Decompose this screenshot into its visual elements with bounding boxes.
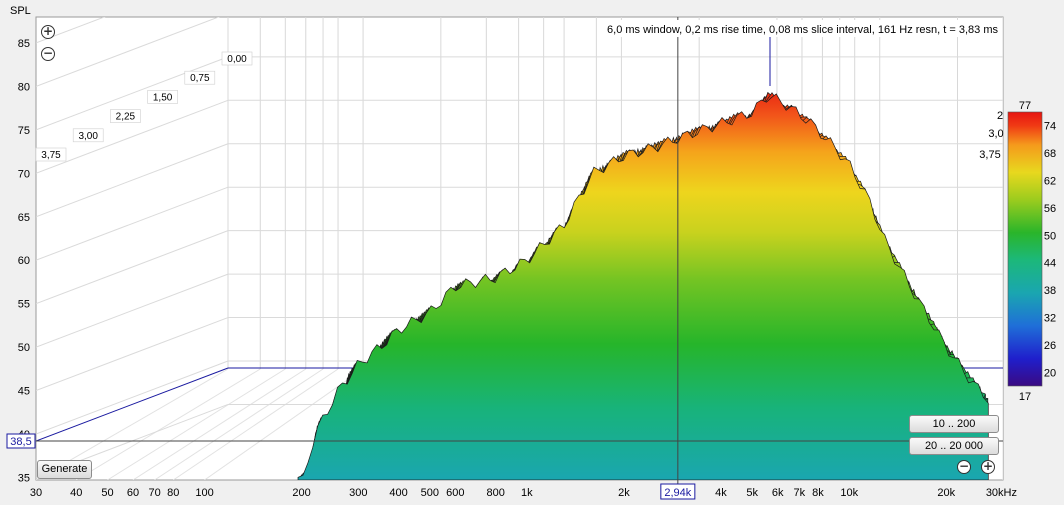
x-tick-label: 500 [421, 487, 439, 499]
y-tick-label: 70 [18, 168, 30, 180]
color-scale-bar [1007, 111, 1043, 387]
generate-button[interactable]: Generate [37, 460, 92, 479]
color-scale-tick-label: 56 [1044, 203, 1056, 215]
color-scale-tick-label: 44 [1044, 258, 1056, 270]
y-tick-label: 35 [18, 472, 30, 484]
zoom-out-icon[interactable]: − [957, 460, 971, 474]
time-tick-label-right: 3,75 [979, 149, 1000, 161]
x-tick-label: 40 [70, 487, 82, 499]
x-tick-label: 400 [389, 487, 407, 499]
x-tick-label: 70 [148, 487, 160, 499]
x-tick-label: 10k [840, 487, 858, 499]
time-tick-label: 0,00 [227, 54, 247, 65]
time-tick-label: 2,25 [116, 112, 136, 123]
color-scale-min-label: 17 [1019, 391, 1031, 403]
time-tick-label: 3,75 [41, 150, 61, 161]
color-scale: 77 17 74 68 62 56 50 44 38 32 26 20 [1007, 100, 1056, 403]
x-tick-label: 800 [486, 487, 504, 499]
y-cursor-readout: 38,5 [10, 436, 31, 448]
color-scale-tick-label: 62 [1044, 176, 1056, 188]
x-tick-label: 6k [772, 487, 784, 499]
x-tick-label: 80 [167, 487, 179, 499]
y-axis-title: SPL [10, 5, 31, 17]
y-tick-label: 75 [18, 125, 30, 137]
y-tick-label: 50 [18, 342, 30, 354]
color-scale-tick-label: 38 [1044, 285, 1056, 297]
time-tick-label-right: 2 [997, 110, 1003, 122]
time-tick-label: 1,50 [153, 92, 173, 103]
x-tick-label: 5k [746, 487, 758, 499]
y-tick-label: 55 [18, 299, 30, 311]
color-scale-tick-label: 20 [1044, 367, 1056, 379]
x-cursor-readout: 2,94k [664, 487, 691, 499]
y-tick-label: 60 [18, 255, 30, 267]
zoom-in-icon[interactable]: + [41, 25, 55, 39]
x-tick-label: 30kHz [986, 487, 1017, 499]
x-tick-label: 20k [937, 487, 955, 499]
y-tick-label: 65 [18, 212, 30, 224]
x-tick-label: 4k [715, 487, 727, 499]
x-tick-label: 60 [127, 487, 139, 499]
x-tick-label: 7k [793, 487, 805, 499]
waterfall-chart: 85 80 75 70 65 60 55 50 45 40 35 38,5 30 40 50 60 70 80 1… [6, 5, 1056, 500]
x-tick-label: 8k [812, 487, 824, 499]
x-tick-label: 1k [521, 487, 533, 499]
x-tick-label: 50 [101, 487, 113, 499]
y-tick-label: 85 [18, 38, 30, 50]
color-scale-max-label: 77 [1019, 100, 1031, 112]
color-scale-tick-label: 32 [1044, 313, 1056, 325]
color-scale-tick-label: 74 [1044, 121, 1056, 133]
y-tick-label: 45 [18, 386, 30, 398]
time-tick-label: 3,00 [78, 131, 98, 142]
time-tick-label: 0,75 [190, 73, 210, 84]
x-tick-label: 300 [349, 487, 367, 499]
x-tick-label: 200 [292, 487, 310, 499]
time-tick-label-right: 3,0 [988, 128, 1003, 140]
y-axis: 858075706560555045403538,5 [6, 38, 36, 484]
zoom-in-icon[interactable]: + [981, 460, 995, 474]
color-scale-tick-label: 68 [1044, 148, 1056, 160]
color-scale-tick-label: 26 [1044, 340, 1056, 352]
color-scale-tick-label: 50 [1044, 230, 1056, 242]
y-tick-label: 80 [18, 81, 30, 93]
x-axis: 30 40 50 60 70 80 100 200 300 400 500 600 800 1k 2k 4k 5… [30, 483, 1017, 500]
range-20-20000-button[interactable]: 20 .. 20 000 [909, 437, 999, 455]
x-tick-label: 600 [446, 487, 464, 499]
zoom-out-icon[interactable]: − [41, 47, 55, 61]
x-tick-label: 30 [30, 487, 42, 499]
x-tick-label: 100 [195, 487, 213, 499]
chart-title: 6,0 ms window, 0,2 ms rise time, 0,08 ms… [607, 24, 998, 36]
x-tick-label: 2k [618, 487, 630, 499]
range-10-200-button[interactable]: 10 .. 200 [909, 415, 999, 433]
